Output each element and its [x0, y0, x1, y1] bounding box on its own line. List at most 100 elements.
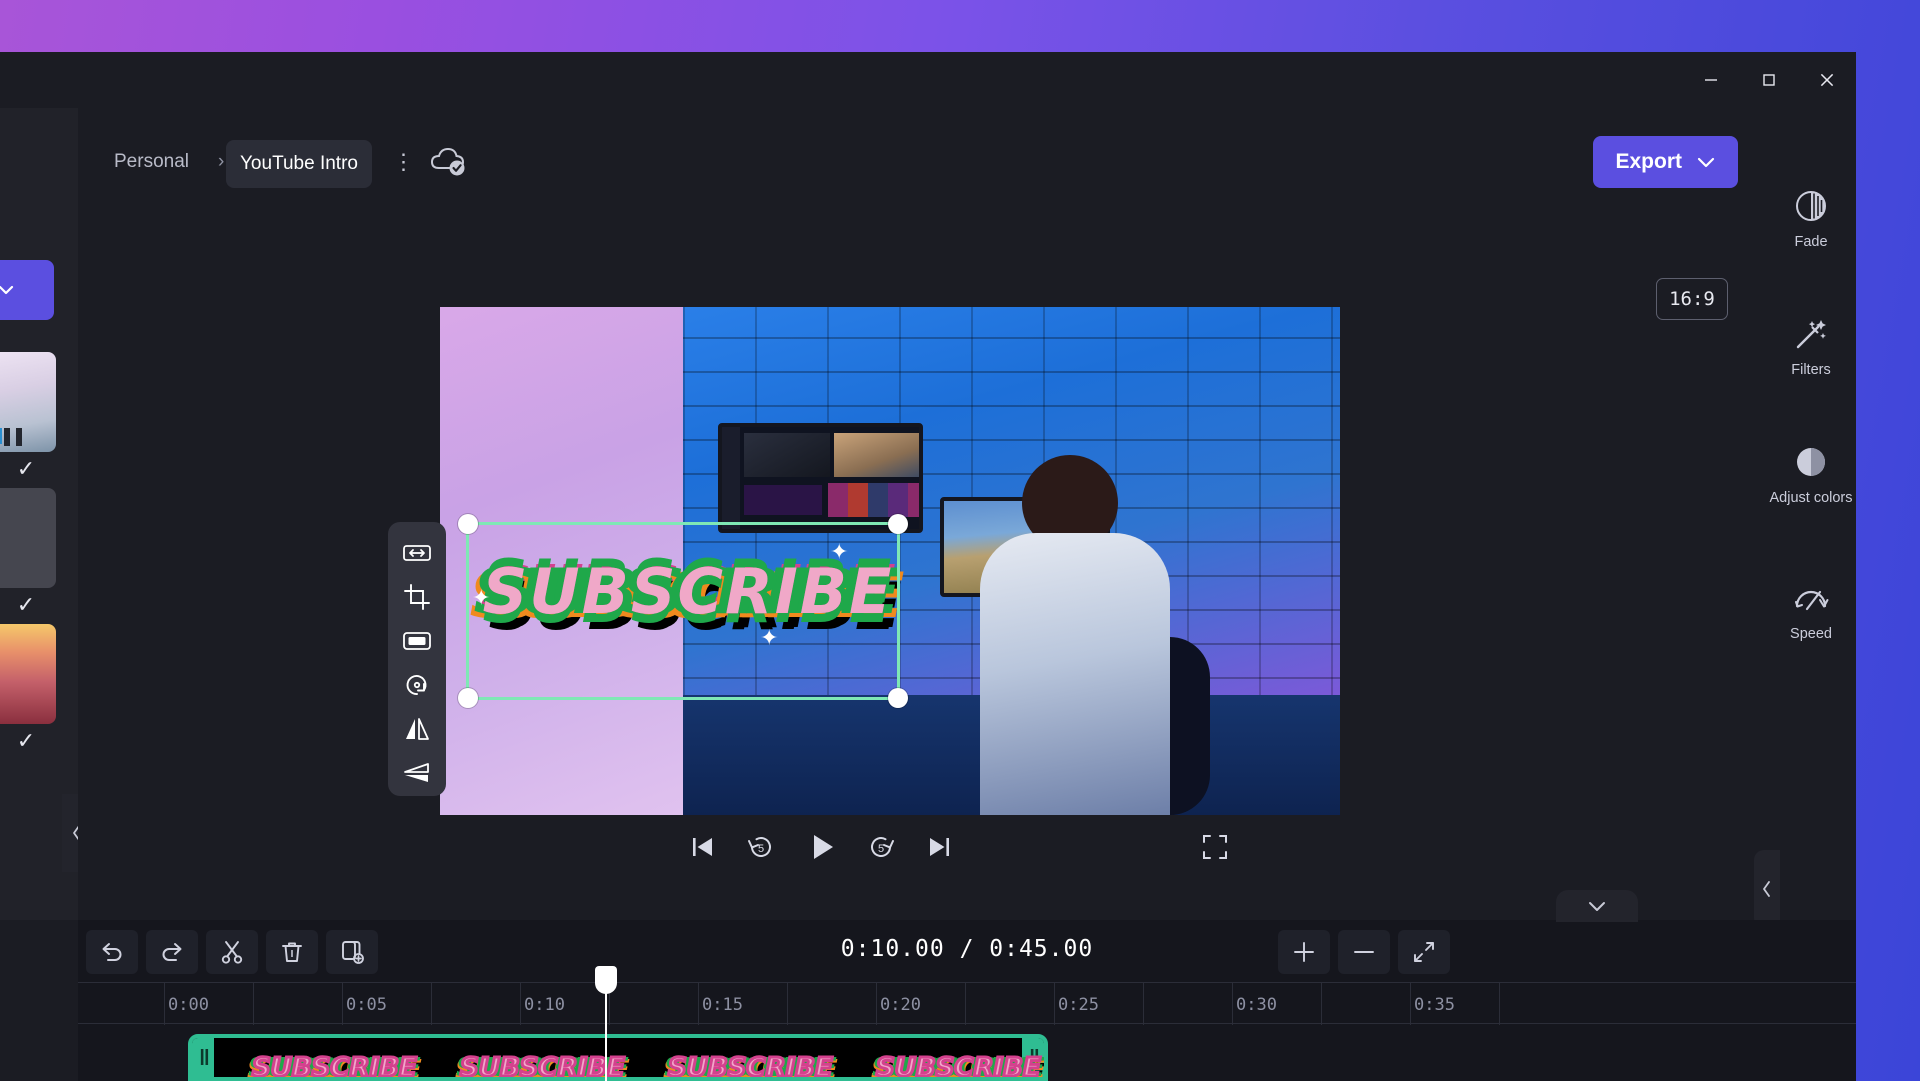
- window-title-bar: [0, 52, 1856, 108]
- sparkle-icon: ✦: [760, 625, 779, 650]
- media-thumbnail[interactable]: [0, 488, 56, 588]
- maximize-button[interactable]: [1740, 52, 1798, 108]
- ruler-tick-label: 0:35: [1414, 995, 1455, 1015]
- tool-label: Filters: [1791, 362, 1831, 378]
- svg-text:5: 5: [758, 843, 764, 855]
- ruler-tick-label: 0:00: [168, 995, 209, 1015]
- list-item[interactable]: ✓: [0, 352, 56, 481]
- play-button[interactable]: [792, 820, 852, 874]
- media-category-dropdown[interactable]: [0, 260, 54, 320]
- ruler-tick-label: 0:25: [1058, 995, 1099, 1015]
- playhead-knob[interactable]: [595, 966, 617, 994]
- timeline-track-area[interactable]: ‖ ‖ SUBSCRIBE SUBSCRIBE SUBSCRIBE SUBSCR…: [78, 1024, 1856, 1081]
- tool-label: Speed: [1790, 626, 1832, 642]
- clip-thumbnail-label: SUBSCRIBE: [875, 1052, 1043, 1081]
- rewind-5-icon: 5: [748, 837, 771, 857]
- fullscreen-icon: [1203, 835, 1227, 859]
- list-item[interactable]: ✓: [0, 488, 56, 617]
- clip-thumbnail-label: SUBSCRIBE: [251, 1052, 419, 1081]
- fit-width-icon[interactable]: [400, 540, 434, 566]
- minus-icon: [1354, 951, 1374, 953]
- playback-controls: 5 5: [78, 820, 1766, 890]
- maximize-icon: [1763, 74, 1775, 86]
- skip-to-end-button[interactable]: [912, 820, 966, 874]
- chevron-left-icon: [1763, 881, 1770, 897]
- rotate-icon[interactable]: [400, 672, 434, 698]
- fill-image-icon[interactable]: [400, 628, 434, 654]
- timeline-ruler[interactable]: 0:00 0:05 0:10 0:15 0:20 0:25 0:30 0:35: [78, 982, 1856, 1025]
- skip-back-icon: [693, 838, 712, 856]
- close-icon: [1820, 73, 1834, 87]
- filters-magic-wand-icon: [1796, 320, 1826, 349]
- close-button[interactable]: [1798, 52, 1856, 108]
- video-subject-body: [980, 533, 1170, 815]
- breadcrumb-personal[interactable]: Personal: [100, 140, 203, 184]
- fade-icon: [1796, 191, 1826, 221]
- media-thumbnail[interactable]: [0, 624, 56, 724]
- timeline-clip-selected[interactable]: ‖ ‖ SUBSCRIBE SUBSCRIBE SUBSCRIBE SUBSCR…: [188, 1034, 1048, 1081]
- collapse-tools-panel-button[interactable]: [1754, 850, 1780, 928]
- plus-icon: [1294, 942, 1314, 962]
- clip-thumbnail-label: SUBSCRIBE: [667, 1052, 835, 1081]
- collapse-timeline-button[interactable]: [1556, 890, 1638, 922]
- ruler-tick-label: 0:10: [524, 995, 565, 1015]
- flip-vertical-icon[interactable]: [400, 760, 434, 786]
- skip-to-start-button[interactable]: [676, 820, 730, 874]
- adjust-colors-icon: [1797, 448, 1825, 476]
- tool-label: Adjust colors: [1769, 490, 1853, 506]
- forward-5-icon: 5: [871, 837, 894, 857]
- fullscreen-button[interactable]: [1188, 820, 1242, 874]
- export-label: Export: [1615, 150, 1682, 173]
- sparkle-icon: ✦: [472, 585, 491, 610]
- subscribe-sticker-overlay[interactable]: SUBSCRIBE ✦ ✦ ✦: [472, 539, 898, 650]
- tool-adjust-colors[interactable]: Adjust colors: [1766, 436, 1856, 532]
- cloud-saved-icon: [428, 144, 468, 182]
- project-name-field[interactable]: YouTube Intro: [226, 140, 372, 188]
- skip-forward-icon: [930, 838, 949, 856]
- forward-5-button[interactable]: 5: [854, 820, 908, 874]
- fit-arrows-icon: [1414, 942, 1434, 962]
- aspect-ratio-badge[interactable]: 16:9: [1656, 278, 1728, 320]
- clip-trim-handle-left[interactable]: ‖: [192, 1038, 214, 1077]
- zoom-in-button[interactable]: [1278, 930, 1330, 974]
- timeline-section: 0:10.00 / 0:45.00 0:00 0:05 0:10 0:15 0:…: [78, 890, 1856, 1081]
- timeline-playhead[interactable]: [595, 966, 617, 1081]
- minimize-icon: [1705, 79, 1717, 81]
- chevron-down-icon: [1589, 902, 1605, 911]
- editor-area: Personal › YouTube Intro ⋮ Export 16:9 S…: [78, 108, 1766, 920]
- media-thumbnail[interactable]: [0, 352, 56, 452]
- media-selected-check[interactable]: ✓: [6, 592, 46, 618]
- tool-filters[interactable]: Filters: [1766, 308, 1856, 404]
- export-button[interactable]: Export: [1593, 136, 1738, 188]
- list-item[interactable]: ✓: [0, 624, 56, 753]
- chevron-down-icon: [0, 285, 14, 295]
- media-selected-check[interactable]: ✓: [6, 456, 46, 482]
- project-header: Personal › YouTube Intro ⋮ Export: [78, 136, 1766, 204]
- svg-text:5: 5: [878, 843, 884, 855]
- speed-gauge-icon: [1795, 590, 1829, 611]
- ruler-tick-label: 0:05: [346, 995, 387, 1015]
- play-icon: [814, 835, 833, 859]
- tool-speed[interactable]: Speed: [1766, 576, 1856, 672]
- clip-handle-glyph: ‖: [199, 1044, 210, 1070]
- properties-tools-panel: Fade Filters Adjust colors Speed: [1754, 108, 1856, 928]
- flip-horizontal-icon[interactable]: [400, 716, 434, 742]
- video-monitor-main: [718, 423, 923, 533]
- sparkle-icon: ✦: [830, 539, 849, 564]
- tool-label: Fade: [1794, 234, 1828, 250]
- zoom-out-button[interactable]: [1338, 930, 1390, 974]
- tool-fade[interactable]: Fade: [1766, 180, 1856, 276]
- subscribe-sticker-text: SUBSCRIBE: [479, 551, 895, 631]
- video-preview-canvas[interactable]: SUBSCRIBE ✦ ✦ ✦: [440, 307, 1340, 815]
- timeline-time-display: 0:10.00 / 0:45.00: [840, 936, 1094, 962]
- clipchamp-app-window: ✓ ✓ ✓ Personal › YouTube Intro ⋮ Export …: [0, 52, 1856, 1081]
- crop-icon[interactable]: [400, 584, 434, 610]
- media-selected-check[interactable]: ✓: [6, 728, 46, 754]
- minimize-button[interactable]: [1682, 52, 1740, 108]
- rewind-5-button[interactable]: 5: [734, 820, 788, 874]
- element-floating-toolbar: [388, 522, 446, 796]
- fit-timeline-button[interactable]: [1398, 930, 1450, 974]
- ruler-tick-label: 0:15: [702, 995, 743, 1015]
- clip-thumbnail-label: SUBSCRIBE: [459, 1052, 627, 1081]
- project-options-button[interactable]: ⋮: [384, 142, 424, 182]
